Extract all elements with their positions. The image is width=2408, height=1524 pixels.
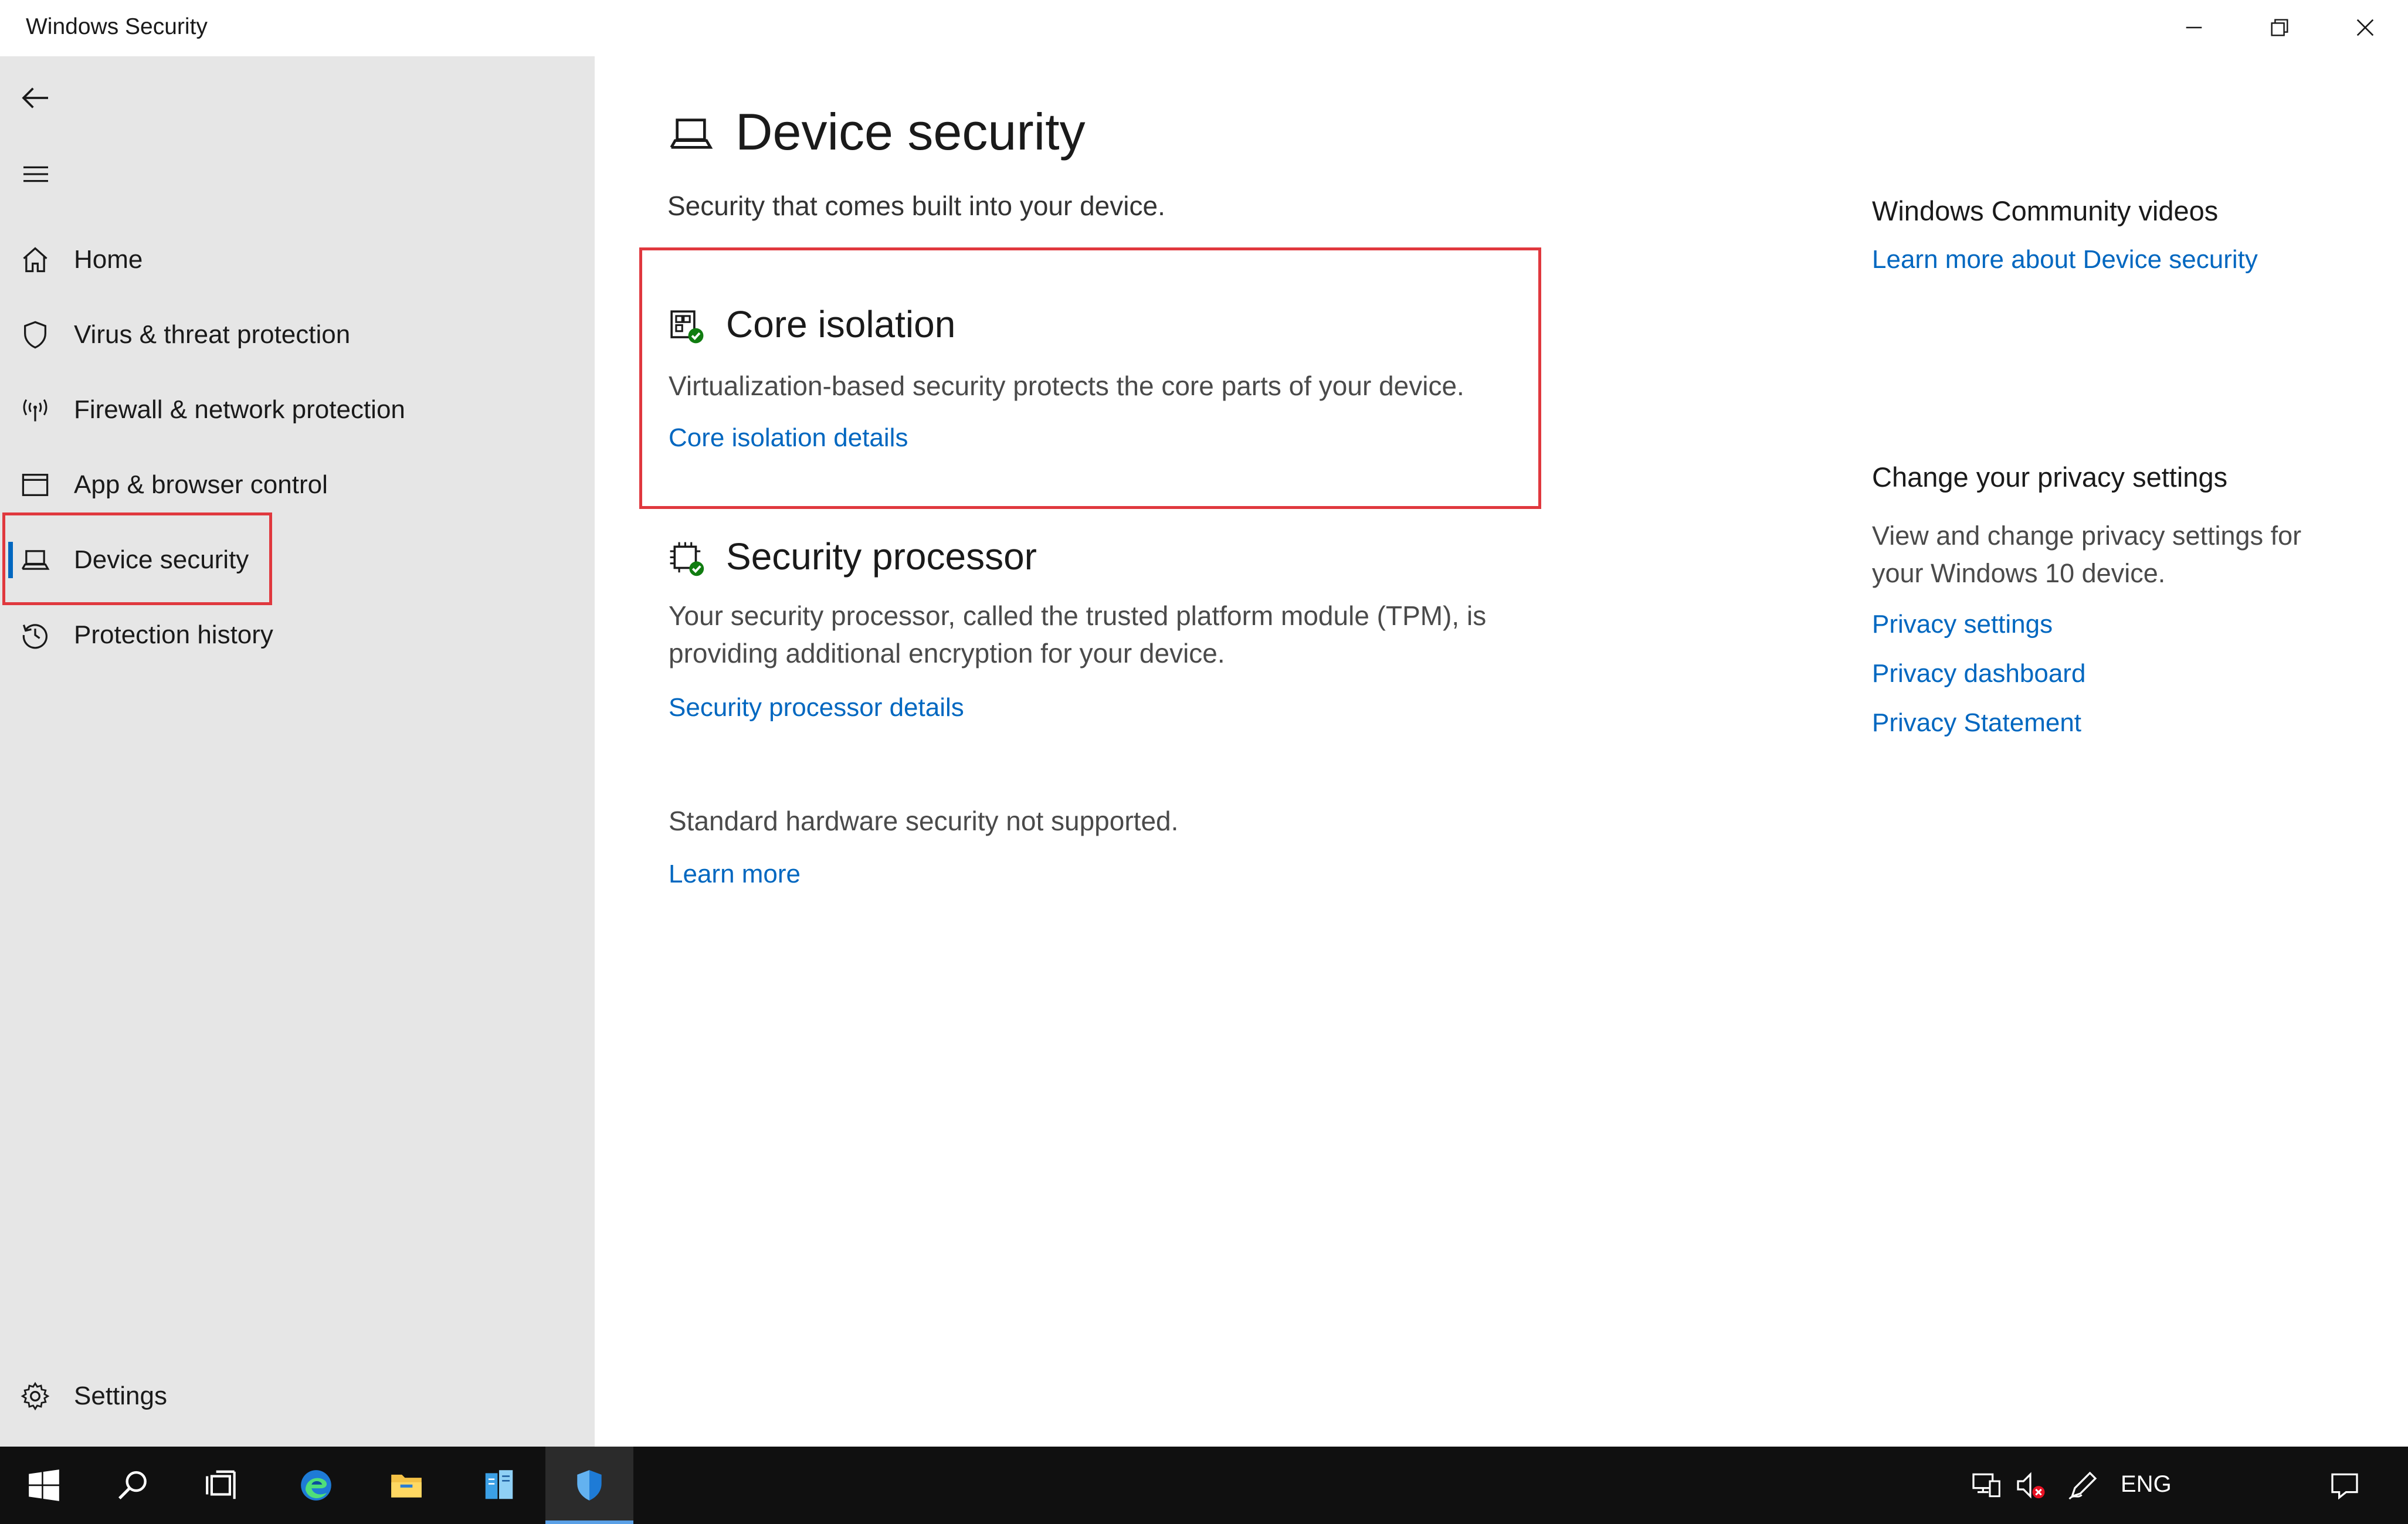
close-button[interactable] (2333, 7, 2397, 48)
sidebar-item-protection-history[interactable]: Protection history (0, 600, 595, 670)
core-isolation-title: Core isolation (726, 303, 956, 345)
input-language-indicator[interactable]: ENG (2121, 1471, 2172, 1498)
close-icon (2356, 19, 2374, 36)
sidebar-item-label: Home (74, 245, 143, 274)
core-isolation-details-link[interactable]: Core isolation details (669, 423, 908, 453)
browser-window-icon (19, 469, 52, 501)
search-button[interactable] (89, 1447, 177, 1524)
notification-center-icon[interactable] (2328, 1469, 2361, 1502)
minimize-button[interactable] (2162, 7, 2226, 48)
file-explorer-button[interactable] (362, 1447, 450, 1524)
sidebar-item-firewall-network-protection[interactable]: Firewall & network protection (0, 375, 595, 444)
restore-icon (2271, 19, 2288, 36)
home-icon (19, 243, 52, 276)
security-processor-details-link[interactable]: Security processor details (669, 693, 964, 722)
sidebar-item-label: Settings (74, 1382, 167, 1410)
main-content: Device security Security that comes buil… (595, 56, 2408, 1447)
antenna-icon (19, 393, 52, 426)
page-subtitle: Security that comes built into your devi… (667, 191, 1165, 221)
security-processor-description: Your security processor, called the trus… (669, 600, 1487, 668)
sidebar-item-device-security[interactable]: Device security (0, 525, 595, 595)
windows-security-icon (577, 1470, 602, 1501)
edge-icon (301, 1470, 331, 1501)
taskbar: ENG (0, 1447, 2408, 1524)
task-view-icon (206, 1470, 236, 1499)
file-explorer-icon (391, 1474, 422, 1498)
minimize-icon (2186, 26, 2202, 29)
shield-icon (19, 318, 52, 351)
page-title: Device security (735, 103, 1086, 161)
privacy-statement-link[interactable]: Privacy Statement (1872, 708, 2081, 738)
back-arrow-icon (22, 87, 48, 108)
hamburger-icon (23, 166, 48, 182)
server-manager-button[interactable] (455, 1447, 543, 1524)
core-isolation-description: Virtualization-based security protects t… (669, 371, 1464, 401)
privacy-settings-link[interactable]: Privacy settings (1872, 610, 2053, 639)
laptop-icon (670, 118, 713, 149)
windows-security-taskbar-button[interactable] (545, 1447, 633, 1524)
start-button[interactable] (0, 1447, 88, 1524)
privacy-description: View and change privacy settings for you… (1872, 521, 2302, 588)
hardware-security-status: Standard hardware security not supported… (669, 806, 1179, 836)
restore-button[interactable] (2247, 7, 2312, 48)
sidebar-item-label: Protection history (74, 620, 273, 649)
history-icon (19, 619, 52, 651)
edge-button[interactable] (272, 1447, 360, 1524)
start-icon (29, 1469, 59, 1501)
sidebar-item-label: Device security (74, 545, 249, 574)
gear-icon (19, 1380, 52, 1413)
sidebar-item-label: Firewall & network protection (74, 395, 405, 424)
sidebar-item-settings[interactable]: Settings (0, 1362, 595, 1431)
learn-more-device-security-link[interactable]: Learn more about Device security (1872, 245, 2258, 274)
window-title: Windows Security (26, 14, 208, 39)
back-button[interactable] (15, 77, 56, 118)
sidebar-item-label: App & browser control (74, 470, 328, 499)
hamburger-menu-button[interactable] (15, 154, 56, 195)
learn-more-link[interactable]: Learn more (669, 860, 801, 889)
privacy-dashboard-link[interactable]: Privacy dashboard (1872, 659, 2085, 688)
core-isolation-icon (670, 310, 704, 344)
search-icon (118, 1471, 147, 1499)
laptop-icon (19, 544, 52, 576)
sidebar-item-label: Virus & threat protection (74, 320, 351, 349)
network-icon[interactable] (1969, 1469, 2002, 1502)
pen-workspace-icon[interactable] (2067, 1469, 2100, 1502)
community-videos-heading: Windows Community videos (1872, 195, 2219, 226)
sidebar-item-home[interactable]: Home (0, 225, 595, 294)
privacy-settings-heading: Change your privacy settings (1872, 461, 2228, 493)
task-view-button[interactable] (178, 1447, 266, 1524)
security-processor-title: Security processor (726, 535, 1037, 578)
sidebar: Home Virus & threat protection Firewall … (0, 56, 595, 1447)
sidebar-item-virus-threat-protection[interactable]: Virus & threat protection (0, 300, 595, 369)
sidebar-item-app-browser-control[interactable]: App & browser control (0, 450, 595, 520)
title-bar: Windows Security (0, 0, 2408, 56)
volume-muted-icon[interactable] (2014, 1469, 2047, 1502)
security-processor-icon (670, 542, 704, 576)
server-manager-icon (485, 1470, 513, 1499)
